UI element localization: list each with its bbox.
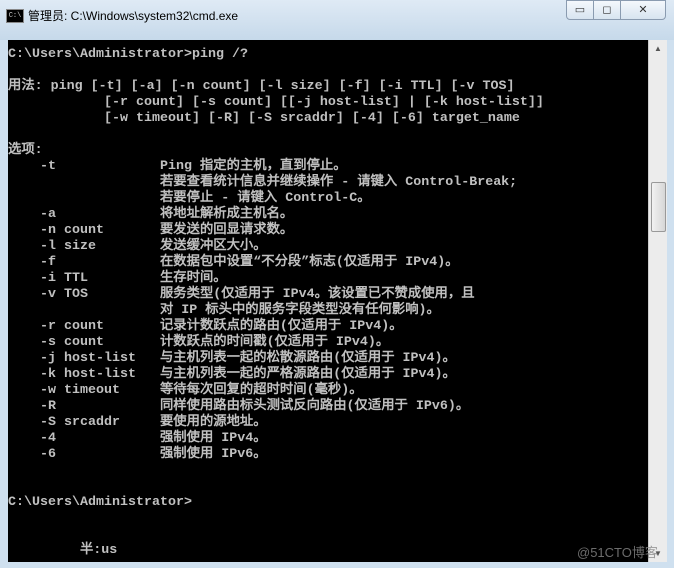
console-line: 用法: ping [-t] [-a] [-n count] [-l size] … (8, 79, 515, 94)
console-line: 若要查看统计信息并继续操作 - 请键入 Control-Break; (8, 175, 518, 190)
console-line: 半:us (8, 543, 118, 558)
console-line: -r count 记录计数跃点的路由(仅适用于 IPv4)。 (8, 319, 403, 334)
console-line: -s count 计数跃点的时间戳(仅适用于 IPv4)。 (8, 335, 390, 350)
console-line: -k host-list 与主机列表一起的严格源路由(仅适用于 IPv4)。 (8, 367, 456, 382)
console-line: 若要停止 - 请键入 Control-C。 (8, 191, 371, 206)
console-line: -R 同样使用路由标头测试反向路由(仅适用于 IPv6)。 (8, 399, 470, 414)
console-line: -w timeout 等待每次回复的超时时间(毫秒)。 (8, 383, 363, 398)
maximize-button[interactable]: ◻ (593, 0, 621, 20)
console-line: 选项: (8, 143, 43, 158)
console-line: [-w timeout] [-R] [-S srcaddr] [-4] [-6]… (8, 111, 520, 126)
console-lines: C:\Users\Administrator>ping /? 用法: ping [… (8, 40, 648, 559)
window-title: 管理员: C:\Windows\system32\cmd.exe (28, 9, 239, 23)
cmd-app-icon[interactable]: C:\ (6, 9, 24, 23)
console-line: -4 强制使用 IPv4。 (8, 431, 267, 446)
minimize-button[interactable]: ▭ (566, 0, 594, 20)
console-line: -f 在数据包中设置“不分段”标志(仅适用于 IPv4)。 (8, 255, 459, 270)
console-line: -v TOS 服务类型(仅适用于 IPv4。该设置已不赞成使用，且 (8, 287, 475, 302)
console-line: -n count 要发送的回显请求数。 (8, 223, 294, 238)
watermark: @51CTO博客 (577, 545, 658, 560)
scroll-up-icon[interactable]: ▲ (649, 40, 667, 57)
console-line: -l size 发送缓冲区大小。 (8, 239, 267, 254)
vertical-scrollbar[interactable]: ▲ ▼ (648, 40, 667, 562)
console-line: -j host-list 与主机列表一起的松散源路由(仅适用于 IPv4)。 (8, 351, 456, 366)
console-line: -6 强制使用 IPv6。 (8, 447, 267, 462)
console-line: -a 将地址解析成主机名。 (8, 207, 294, 222)
close-button[interactable]: ✕ (620, 0, 666, 20)
console-line: -i TTL 生存时间。 (8, 271, 227, 286)
console-line: 对 IP 标头中的服务字段类型没有任何影响)。 (8, 303, 440, 318)
console-output[interactable]: C:\Users\Administrator>ping /? 用法: ping [… (8, 40, 648, 562)
window-controls: ▭ ◻ ✕ (566, 0, 666, 20)
scrollbar-thumb[interactable] (651, 182, 666, 232)
console-line: -t Ping 指定的主机，直到停止。 (8, 159, 347, 174)
console-line: C:\Users\Administrator>ping /? (8, 47, 248, 62)
title-bar[interactable]: C:\ 管理员: C:\Windows\system32\cmd.exe ▭ ◻… (0, 0, 674, 40)
console-line: [-r count] [-s count] [[-j host-list] | … (8, 95, 544, 110)
console-line: -S srcaddr 要使用的源地址。 (8, 415, 267, 430)
console-line: C:\Users\Administrator> (8, 495, 192, 510)
